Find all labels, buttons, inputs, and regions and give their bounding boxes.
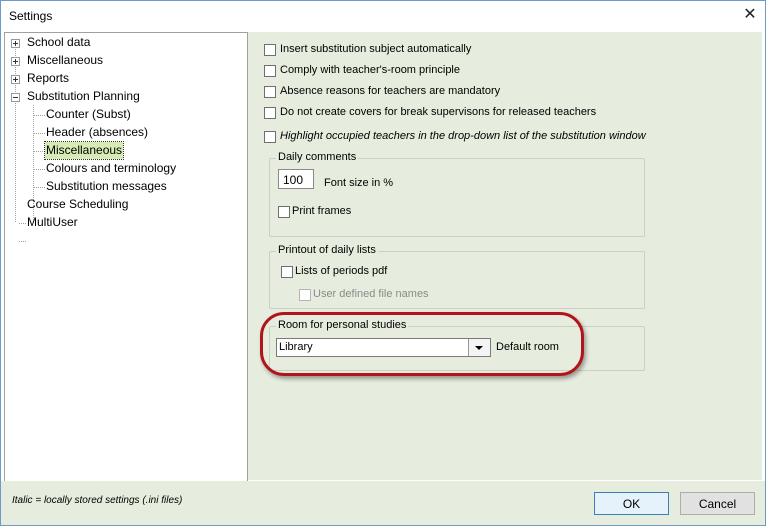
tree-connector [33,187,45,188]
tree-item-course-scheduling[interactable]: Course Scheduling [27,196,128,213]
tree-item-counter-subst[interactable]: Counter (Subst) [46,106,131,123]
tree-item-school-data[interactable]: School data [27,34,90,51]
tree-item-substitution-messages[interactable]: Substitution messages [46,178,167,195]
lists-pdf-label: Lists of periods pdf [295,265,388,277]
printout-title: Printout of daily lists [276,244,378,256]
absence-reasons-checkbox[interactable] [264,86,276,98]
title-bar: Settings ✕ [0,0,766,31]
tree-item-substitution-planning[interactable]: Substitution Planning [27,88,140,105]
expand-icon[interactable] [11,39,20,48]
close-icon[interactable]: ✕ [738,4,762,26]
printout-group [269,251,645,309]
tree-item-multiuser[interactable]: MultiUser [27,214,78,231]
cancel-button[interactable]: Cancel [680,492,755,515]
no-covers-checkbox[interactable] [264,107,276,119]
tree-connector [33,115,45,116]
absence-reasons-label: Absence reasons for teachers are mandato… [280,85,501,97]
font-size-input[interactable]: 100 [278,169,314,189]
comply-room-label: Comply with teacher's-room principle [280,64,460,76]
settings-tree[interactable]: School data Miscellaneous Reports Substi… [4,32,248,482]
room-title: Room for personal studies [276,319,409,331]
insert-subject-label: Insert substitution subject automaticall… [280,43,472,55]
italic-note: Italic = locally stored settings (.ini f… [12,495,183,506]
tree-connector [33,169,45,170]
tree-item-header-absences[interactable]: Header (absences) [46,124,148,141]
default-room-label: Default room [496,341,559,353]
insert-subject-checkbox[interactable] [264,44,276,56]
tree-connector [19,241,26,242]
lists-pdf-checkbox[interactable] [281,266,293,278]
tree-item-reports[interactable]: Reports [27,70,69,87]
print-frames-label: Print frames [292,205,352,217]
tree-connector [33,133,45,134]
room-select-value: Library [279,341,313,353]
expand-icon[interactable] [11,57,20,66]
collapse-icon[interactable] [11,93,20,102]
user-defined-checkbox[interactable] [299,289,311,301]
user-defined-label: User defined file names [313,288,429,300]
no-covers-label: Do not create covers for break superviso… [280,106,597,118]
tree-connector [19,223,26,224]
chevron-down-icon[interactable] [468,339,490,356]
expand-icon[interactable] [11,75,20,84]
daily-comments-group [269,158,645,237]
tree-connector [33,151,45,152]
room-select[interactable]: Library [276,338,491,357]
ok-button[interactable]: OK [594,492,669,515]
print-frames-checkbox[interactable] [278,206,290,218]
tree-item-miscellaneous[interactable]: Miscellaneous [27,52,103,69]
highlight-teachers-label: Highlight occupied teachers in the drop-… [280,130,646,142]
daily-comments-title: Daily comments [276,151,359,163]
tree-item-colours-terminology[interactable]: Colours and terminology [46,160,176,177]
tree-item-miscellaneous-selected[interactable]: Miscellaneous [43,141,125,160]
highlight-teachers-checkbox[interactable] [264,131,276,143]
tree-connector [15,45,16,222]
window-title: Settings [9,9,53,23]
font-size-label: Font size in % [324,177,394,189]
comply-room-checkbox[interactable] [264,65,276,77]
